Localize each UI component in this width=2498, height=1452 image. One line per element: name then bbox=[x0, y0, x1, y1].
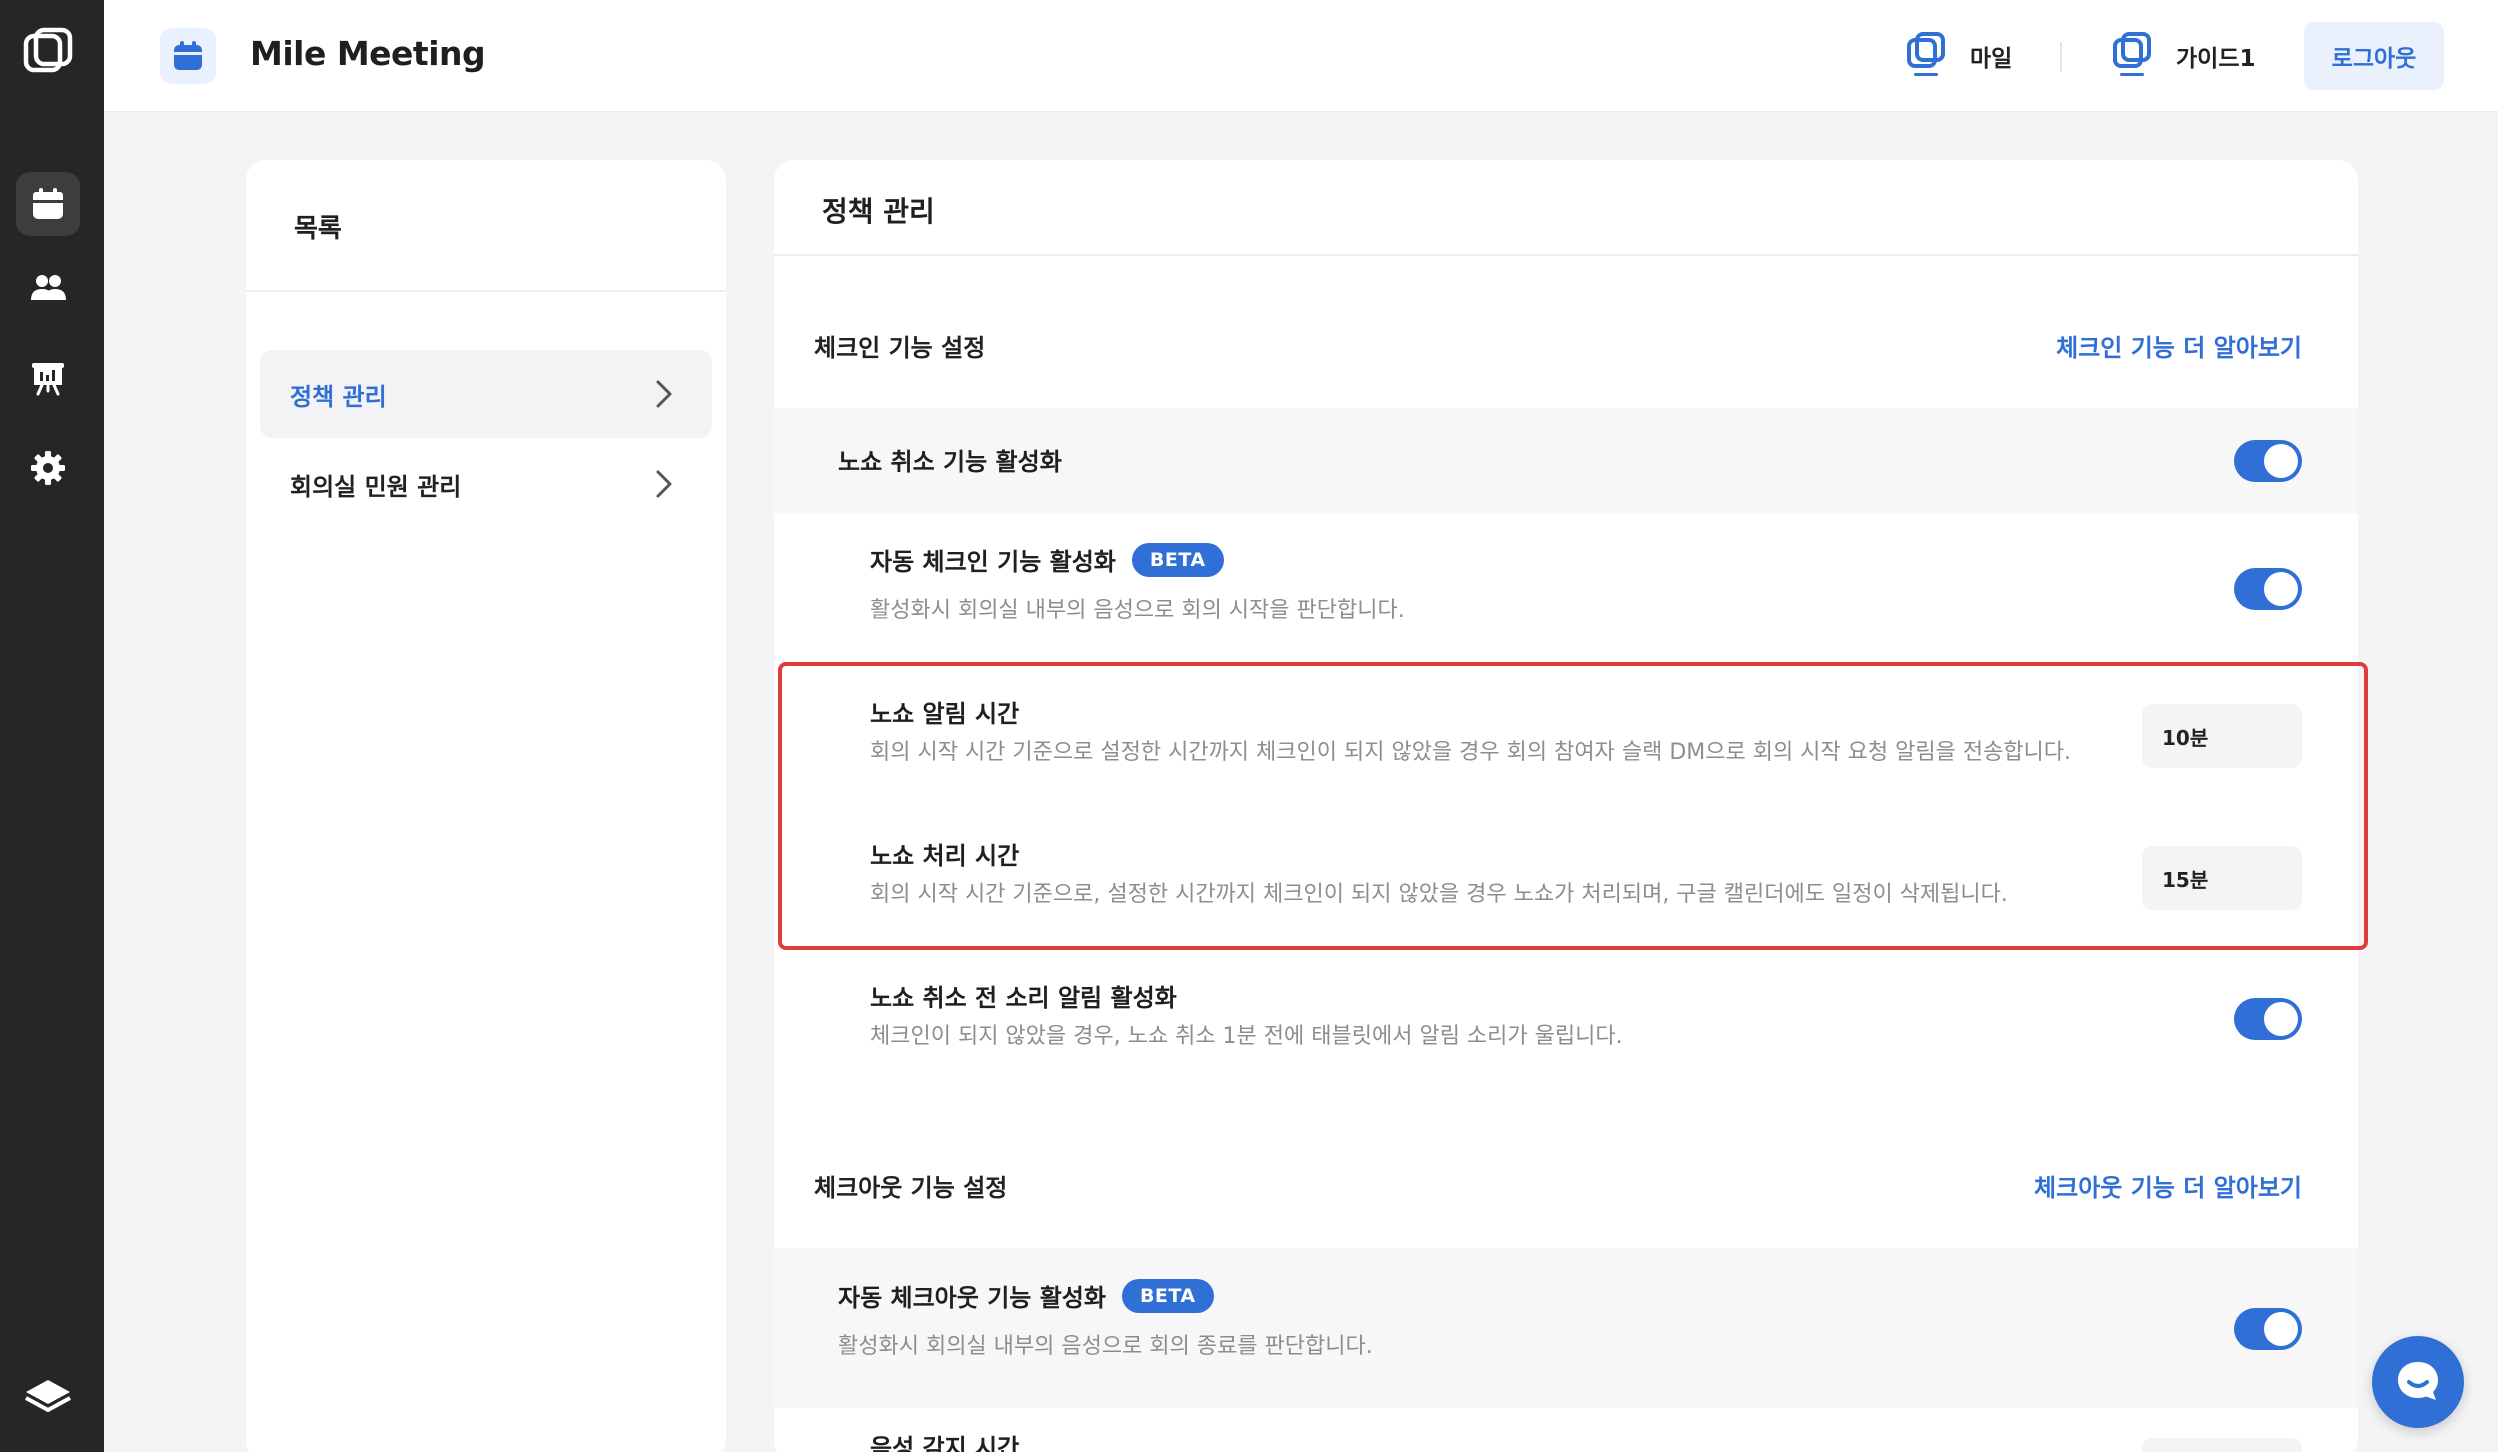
voice-detect-title: 음성 감지 시간 bbox=[870, 1434, 1020, 1452]
noshow-alert-desc: 회의 시작 시간 기준으로 설정한 시간까지 체크인이 되지 않았을 경우 회의… bbox=[870, 740, 2072, 765]
auto-checkin-toggle[interactable] bbox=[2234, 568, 2302, 610]
presentation-icon bbox=[32, 363, 64, 396]
sidebar-panel: 목록 정책 관리 회의실 민원 관리 bbox=[246, 160, 726, 1452]
page-title: 정책 관리 bbox=[822, 195, 935, 228]
beta-badge: BETA bbox=[1131, 542, 1224, 577]
noshow-process-desc: 회의 시작 시간 기준으로, 설정한 시간까지 체크인이 되지 않았을 경우 노… bbox=[870, 882, 2008, 907]
sidebar-item-label: 회의실 민원 관리 bbox=[290, 472, 462, 501]
toggle-knob bbox=[2264, 572, 2298, 606]
noshow-cancel-title: 노쇼 취소 기능 활성화 bbox=[838, 448, 1062, 476]
toggle-knob bbox=[2264, 1312, 2298, 1346]
calendar-icon bbox=[33, 188, 63, 219]
auto-checkout-toggle[interactable] bbox=[2234, 1308, 2302, 1350]
beta-badge: BETA bbox=[1121, 1278, 1214, 1313]
auto-checkout-desc: 활성화시 회의실 내부의 음성으로 회의 종료를 판단합니다. bbox=[838, 1334, 1373, 1359]
divider bbox=[774, 254, 2358, 256]
checkout-section-heading: 체크아웃 기능 설정 bbox=[814, 1174, 1008, 1202]
auto-checkin-desc: 활성화시 회의실 내부의 음성으로 회의 시작을 판단합니다. bbox=[870, 598, 1405, 623]
app-logo-icon[interactable] bbox=[22, 26, 74, 78]
chat-button[interactable] bbox=[2372, 1336, 2464, 1428]
sound-alert-desc: 체크인이 되지 않았을 경우, 노쇼 취소 1분 전에 태블릿에서 알림 소리가… bbox=[870, 1024, 1623, 1049]
left-rail bbox=[0, 0, 104, 1452]
header-divider bbox=[2060, 42, 2062, 72]
rail-calendar-button[interactable] bbox=[16, 172, 80, 236]
workspace-logo-icon bbox=[2113, 32, 2151, 76]
auto-checkout-row: 자동 체크아웃 기능 활성화 BETA 활성화시 회의실 내부의 음성으로 회의… bbox=[774, 1248, 2358, 1408]
noshow-alert-time-input[interactable]: 10분 bbox=[2142, 704, 2302, 768]
sidebar-item-policy[interactable]: 정책 관리 bbox=[260, 350, 712, 438]
workspace-mile[interactable]: 마일 bbox=[1904, 28, 2012, 84]
toggle-knob bbox=[2264, 1002, 2298, 1036]
sound-alert-title: 노쇼 취소 전 소리 알림 활성화 bbox=[870, 984, 1177, 1012]
app-title: Mile Meeting bbox=[250, 34, 486, 73]
chat-bubble-icon bbox=[2398, 1362, 2438, 1400]
auto-checkin-title: 자동 체크인 기능 활성화 bbox=[870, 548, 1116, 576]
checkin-section-heading: 체크인 기능 설정 bbox=[814, 334, 986, 362]
workspace-label: 마일 bbox=[1970, 46, 2013, 72]
voice-detect-time-input[interactable] bbox=[2142, 1438, 2302, 1452]
noshow-cancel-row: 노쇼 취소 기능 활성화 bbox=[774, 408, 2358, 514]
layers-icon[interactable] bbox=[22, 1366, 74, 1418]
checkout-learn-more-link[interactable]: 체크아웃 기능 더 알아보기 bbox=[2034, 1168, 2302, 1203]
calendar-app-icon bbox=[160, 28, 216, 84]
sidebar-item-complaints[interactable]: 회의실 민원 관리 bbox=[260, 440, 712, 528]
rail-users-button[interactable] bbox=[16, 256, 80, 320]
auto-checkout-title: 자동 체크아웃 기능 활성화 bbox=[838, 1284, 1106, 1312]
noshow-cancel-toggle[interactable] bbox=[2234, 440, 2302, 482]
chevron-right-icon bbox=[656, 380, 672, 408]
top-header: Mile Meeting 마일 가이드1 로그아웃 bbox=[104, 0, 2498, 112]
workspace-guide1[interactable]: 가이드1 bbox=[2110, 28, 2255, 84]
gear-icon bbox=[31, 451, 65, 485]
noshow-alert-title: 노쇼 알림 시간 bbox=[870, 700, 1020, 728]
sidebar-title: 목록 bbox=[294, 214, 342, 244]
toggle-knob bbox=[2264, 444, 2298, 478]
sound-alert-toggle[interactable] bbox=[2234, 998, 2302, 1040]
workspace-logo-icon bbox=[1907, 32, 1945, 76]
users-icon bbox=[31, 275, 66, 300]
chevron-right-icon bbox=[656, 470, 672, 498]
logout-button[interactable]: 로그아웃 bbox=[2304, 22, 2444, 90]
rail-presentation-button[interactable] bbox=[16, 346, 80, 410]
sidebar-item-label: 정책 관리 bbox=[290, 382, 387, 411]
policy-panel: 정책 관리 체크인 기능 설정 체크인 기능 더 알아보기 노쇼 취소 기능 활… bbox=[774, 160, 2358, 1452]
rail-settings-button[interactable] bbox=[16, 436, 80, 500]
checkin-learn-more-link[interactable]: 체크인 기능 더 알아보기 bbox=[2056, 328, 2302, 363]
noshow-process-title: 노쇼 처리 시간 bbox=[870, 842, 1020, 870]
workspace-label: 가이드1 bbox=[2176, 46, 2256, 72]
auto-checkin-title-row: 자동 체크인 기능 활성화 BETA bbox=[870, 542, 1224, 577]
noshow-process-time-input[interactable]: 15분 bbox=[2142, 846, 2302, 910]
auto-checkout-title-row: 자동 체크아웃 기능 활성화 BETA bbox=[838, 1278, 1214, 1313]
divider bbox=[246, 290, 726, 292]
